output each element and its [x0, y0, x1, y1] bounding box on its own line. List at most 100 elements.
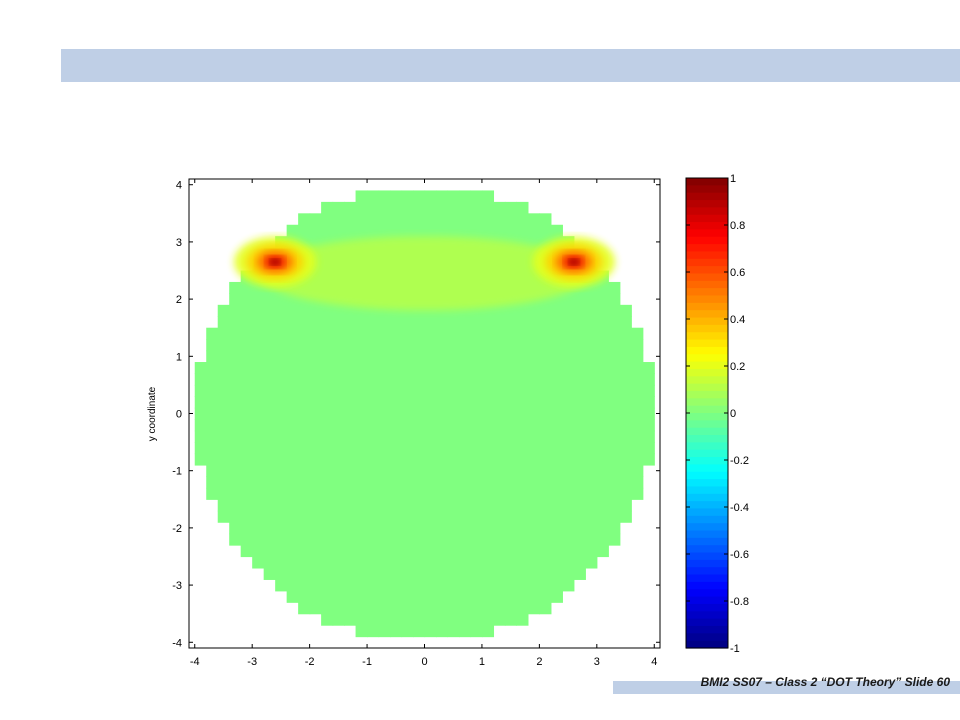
- heatmap-cell: [367, 373, 380, 386]
- heatmap-cell: [481, 579, 495, 592]
- heatmap-cell: [619, 327, 632, 340]
- heatmap-cell: [504, 430, 517, 443]
- heatmap-cell: [286, 556, 299, 569]
- heatmap-cell: [539, 316, 552, 329]
- heatmap-cell: [424, 533, 437, 546]
- heatmap-cell: [217, 339, 230, 352]
- heatmap-cell: [240, 419, 253, 432]
- heatmap-cell: [435, 362, 449, 375]
- heatmap-cell: [470, 201, 483, 214]
- heatmap-cell: [539, 464, 552, 478]
- heatmap-cell: [458, 213, 472, 226]
- heatmap-cell: [321, 407, 334, 420]
- colorbar-segment: [686, 236, 728, 245]
- heatmap-cell: [573, 522, 586, 535]
- heatmap-cell: [481, 201, 495, 214]
- heatmap-cell: [355, 476, 368, 489]
- heatmap-cell: [390, 213, 403, 226]
- heatmap-cell: [504, 545, 517, 558]
- heatmap-cell: [321, 419, 334, 432]
- heatmap-cell: [286, 567, 299, 580]
- heatmap-cell: [424, 487, 437, 500]
- heatmap-cell: [344, 613, 357, 626]
- heatmap-cell: [332, 522, 345, 535]
- heatmap-cell: [298, 442, 311, 455]
- heatmap-cell: [481, 327, 495, 340]
- heatmap-cell: [275, 362, 288, 375]
- heatmap-cell: [263, 533, 276, 546]
- heatmap-cell: [286, 522, 299, 535]
- heatmap-cell: [321, 350, 334, 363]
- colorbar-segment: [686, 361, 728, 370]
- heatmap-cell: [493, 373, 506, 386]
- heatmap-cell: [229, 281, 242, 294]
- heatmap-cell: [321, 339, 334, 352]
- heatmap-cell: [298, 602, 311, 615]
- heatmap-cell: [435, 407, 449, 420]
- heatmap-cell: [562, 419, 575, 432]
- heatmap-cell: [355, 384, 368, 397]
- heatmap-cell: [309, 453, 322, 466]
- heatmap-cell: [252, 430, 265, 443]
- heatmap-cell: [481, 567, 495, 580]
- heatmap-cell: [240, 522, 253, 535]
- heatmap-cell: [619, 453, 632, 466]
- heatmap-cell: [344, 499, 357, 512]
- heatmap-cell: [344, 464, 357, 478]
- heatmap-cell: [263, 499, 276, 512]
- heatmap-cell: [321, 453, 334, 466]
- heatmap-cell: [378, 556, 391, 569]
- heatmap-cell: [413, 190, 426, 203]
- heatmap-cell: [378, 567, 391, 580]
- heatmap-cell: [367, 533, 380, 546]
- heatmap-cell: [355, 430, 368, 443]
- heatmap-cell: [344, 327, 357, 340]
- colorbar-segment: [686, 354, 728, 363]
- heatmap-cell: [608, 430, 621, 443]
- heatmap-cell: [470, 499, 483, 512]
- heatmap-cell: [539, 339, 552, 352]
- y-tick-label: 3: [176, 237, 182, 249]
- heatmap-cell: [493, 430, 506, 443]
- heatmap-cell: [275, 339, 288, 352]
- colorbar-segment: [686, 273, 728, 282]
- heatmap-cell: [252, 407, 265, 420]
- colorbar-tick-label: -0.6: [730, 549, 749, 561]
- colorbar-tick-label: -0.2: [730, 455, 749, 467]
- heatmap-cell: [286, 453, 299, 466]
- heatmap-cell: [447, 201, 460, 214]
- heatmap-cell: [367, 522, 380, 535]
- hotspot-2: [568, 258, 580, 266]
- heatmap-cell: [355, 625, 368, 638]
- heatmap-cell: [539, 213, 552, 226]
- heatmap-cell: [344, 522, 357, 535]
- heatmap-cell: [413, 419, 426, 432]
- heatmap-cell: [286, 533, 299, 546]
- heatmap-cell: [194, 384, 207, 397]
- heatmap-cell: [401, 533, 414, 546]
- colorbar-segment: [686, 633, 728, 642]
- heatmap-cell: [344, 510, 357, 523]
- heatmap-cell: [194, 362, 207, 375]
- heatmap-cell: [275, 510, 288, 523]
- heatmap-cell: [309, 213, 322, 226]
- heatmap-cell: [321, 556, 334, 569]
- heatmap-cell: [413, 407, 426, 420]
- heatmap-cell: [550, 339, 563, 352]
- heatmap-cell: [252, 339, 265, 352]
- heatmap-cell: [390, 419, 403, 432]
- heatmap-cell: [458, 567, 472, 580]
- heatmap-cell: [240, 464, 253, 478]
- heatmap-cell: [355, 327, 368, 340]
- heatmap-cell: [447, 567, 460, 580]
- heatmap-cell: [217, 510, 230, 523]
- y-tick-label: -3: [172, 580, 182, 592]
- heatmap-cell: [413, 373, 426, 386]
- heatmap-cell: [504, 510, 517, 523]
- heatmap-cell: [596, 362, 609, 375]
- heatmap-cell: [642, 419, 655, 432]
- heatmap-cell: [470, 419, 483, 432]
- heatmap-cell: [390, 350, 403, 363]
- heatmap-cell: [527, 327, 540, 340]
- heatmap-cell: [229, 396, 242, 409]
